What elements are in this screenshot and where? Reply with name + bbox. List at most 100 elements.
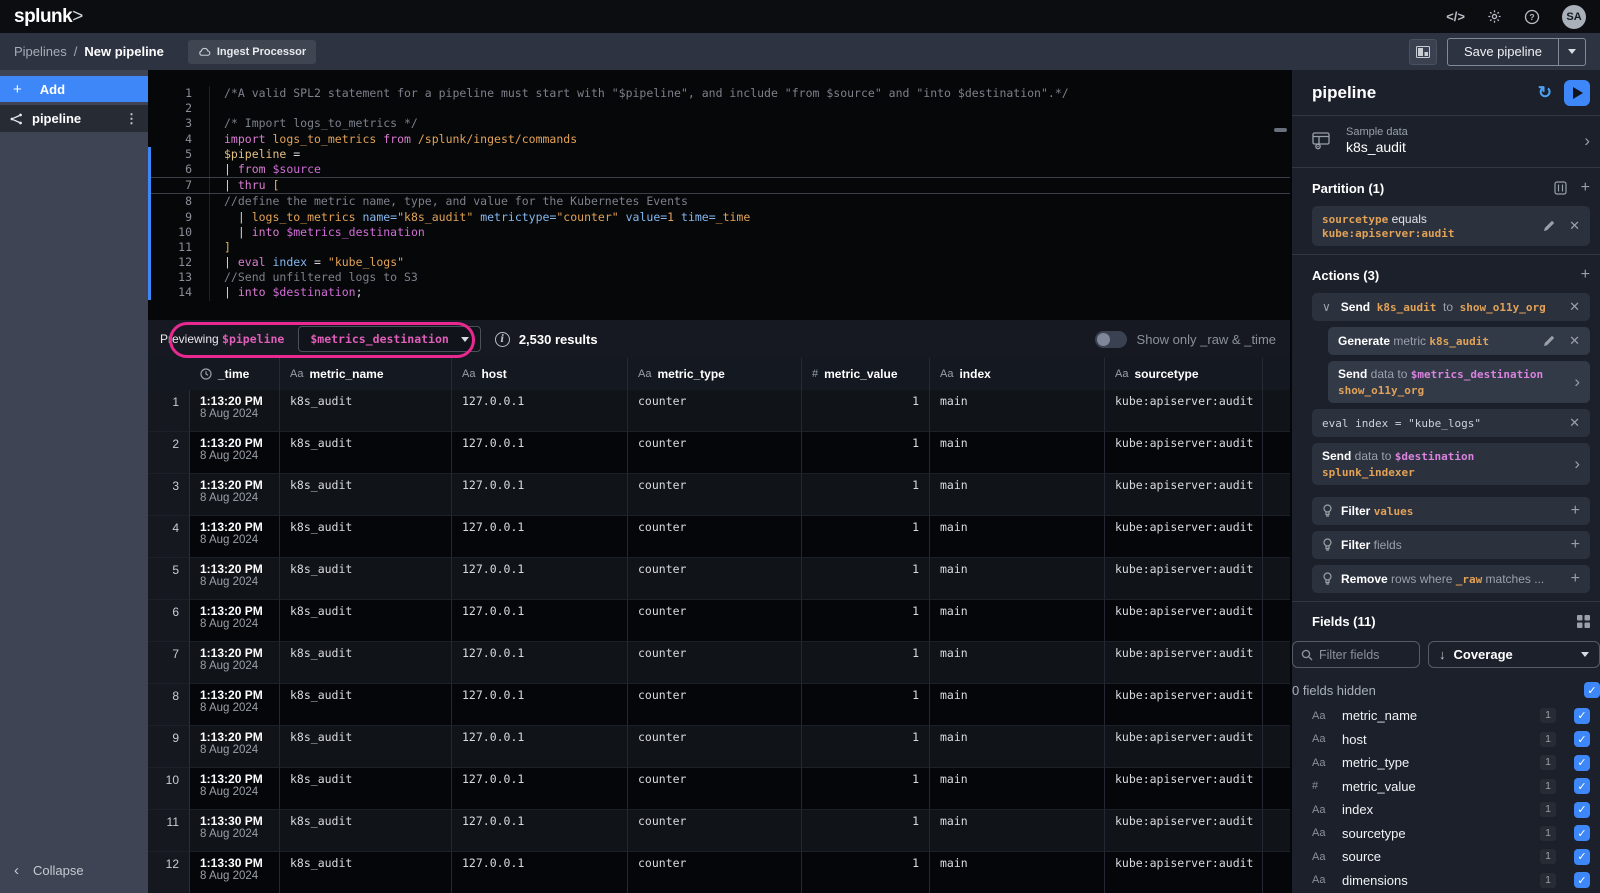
table-row[interactable]: 81:13:20 PM8 Aug 2024k8s_audit127.0.0.1c… <box>148 684 1290 726</box>
sample-data-value: k8s_audit <box>1346 139 1408 155</box>
close-icon[interactable]: ✕ <box>1569 415 1580 431</box>
column-header-metric_value[interactable]: #metric_value <box>802 358 930 390</box>
breadcrumb-pipelines[interactable]: Pipelines <box>14 44 67 59</box>
help-icon[interactable]: ? <box>1524 9 1540 25</box>
edit-icon[interactable] <box>1543 220 1555 232</box>
table-row[interactable]: 21:13:20 PM8 Aug 2024k8s_audit127.0.0.1c… <box>148 432 1290 474</box>
table-row[interactable]: 11:13:20 PM8 Aug 2024k8s_audit127.0.0.1c… <box>148 390 1290 432</box>
close-icon[interactable]: ✕ <box>1569 299 1580 315</box>
kebab-menu-icon[interactable]: ⋮ <box>125 111 138 127</box>
avatar[interactable]: SA <box>1562 5 1586 29</box>
field-row-dimensions[interactable]: Aadimensions1✓ <box>1312 869 1590 893</box>
action-send-group[interactable]: ∨ Send k8s_audit to show_o11y_org ✕ <box>1312 293 1590 321</box>
field-checkbox[interactable]: ✓ <box>1574 731 1590 747</box>
field-row-source[interactable]: Aasource1✓ <box>1312 845 1590 869</box>
column-header-index[interactable]: Aaindex <box>930 358 1105 390</box>
field-row-metric_value[interactable]: #metric_value1✓ <box>1312 775 1590 799</box>
add-icon[interactable]: + <box>1571 537 1580 553</box>
action-send-destination[interactable]: Send data to $destination splunk_indexer… <box>1312 443 1590 485</box>
column-header-sourcetype[interactable]: Aasourcetype <box>1105 358 1263 390</box>
table-row[interactable]: 121:13:30 PM8 Aug 2024k8s_audit127.0.0.1… <box>148 852 1290 893</box>
field-row-index[interactable]: Aaindex1✓ <box>1312 798 1590 822</box>
suggestion-filter-fields[interactable]: Filter fields + <box>1312 531 1590 559</box>
table-row[interactable]: 71:13:20 PM8 Aug 2024k8s_audit127.0.0.1c… <box>148 642 1290 684</box>
field-count-badge: 1 <box>1540 708 1556 723</box>
chevron-right-icon: › <box>1574 454 1580 474</box>
field-checkbox[interactable]: ✓ <box>1574 802 1590 818</box>
field-checkbox[interactable]: ✓ <box>1574 825 1590 841</box>
field-checkbox[interactable]: ✓ <box>1574 872 1590 888</box>
code-line: 9 | logs_to_metrics name="k8s_audit" met… <box>148 210 1290 225</box>
fields-list: Aametric_name1✓Aahost1✓Aametric_type1✓#m… <box>1292 704 1600 893</box>
field-count-badge: 1 <box>1540 732 1556 747</box>
spl2-code-editor[interactable]: 1/*A valid SPL2 statement for a pipeline… <box>148 70 1290 320</box>
chevron-down-icon[interactable]: ∨ <box>1322 300 1331 314</box>
cell-host: 127.0.0.1 <box>452 390 628 432</box>
close-icon[interactable]: ✕ <box>1569 333 1580 349</box>
fields-grid-icon[interactable] <box>1577 615 1590 628</box>
table-row[interactable]: 31:13:20 PM8 Aug 2024k8s_audit127.0.0.1c… <box>148 474 1290 516</box>
code-line: 8//define the metric name, type, and val… <box>148 194 1290 209</box>
sync-icon[interactable]: ↻ <box>1538 83 1552 103</box>
add-partition-icon[interactable]: + <box>1581 180 1590 196</box>
gear-icon[interactable] <box>1487 9 1502 24</box>
cell-time: 1:13:30 PM8 Aug 2024 <box>190 810 280 852</box>
column-header-metric_type[interactable]: Aametric_type <box>628 358 802 390</box>
collapse-button[interactable]: ‹ Collapse <box>0 862 148 879</box>
line-number: 3 <box>148 116 210 131</box>
column-header-_time[interactable]: _time <box>190 358 280 390</box>
filter-fields-input-wrap <box>1292 641 1420 668</box>
field-row-metric_name[interactable]: Aametric_name1✓ <box>1312 704 1590 728</box>
preview-play-button[interactable] <box>1564 80 1590 106</box>
info-icon[interactable]: i <box>495 332 510 347</box>
action-eval-index[interactable]: eval index = "kube_logs" ✕ <box>1312 409 1590 437</box>
table-row[interactable]: 111:13:30 PM8 Aug 2024k8s_audit127.0.0.1… <box>148 810 1290 852</box>
table-row[interactable]: 51:13:20 PM8 Aug 2024k8s_audit127.0.0.1c… <box>148 558 1290 600</box>
layout-icon[interactable] <box>1409 39 1437 65</box>
filter-fields-input[interactable] <box>1319 648 1405 662</box>
partition-rule-card[interactable]: sourcetype equals kube:apiserver:audit ✕ <box>1312 206 1590 246</box>
close-icon[interactable]: ✕ <box>1569 218 1580 234</box>
action-generate-metric[interactable]: Generate metric k8s_audit ✕ <box>1328 327 1590 355</box>
field-row-sourcetype[interactable]: Aasourcetype1✓ <box>1312 822 1590 846</box>
suggestion-remove-rows[interactable]: Remove rows where _raw matches ... + <box>1312 565 1590 593</box>
table-row[interactable]: 61:13:20 PM8 Aug 2024k8s_audit127.0.0.1c… <box>148 600 1290 642</box>
raw-time-toggle[interactable] <box>1095 331 1127 348</box>
cell-index: main <box>930 642 1105 684</box>
cell-sourcetype: kube:apiserver:audit <box>1105 390 1263 432</box>
field-name: metric_name <box>1342 708 1417 723</box>
add-button[interactable]: + Add <box>0 76 148 102</box>
field-checkbox[interactable]: ✓ <box>1574 778 1590 794</box>
destination-dropdown[interactable]: $metrics_destination <box>298 326 480 352</box>
field-checkbox[interactable]: ✓ <box>1574 708 1590 724</box>
save-pipeline-button[interactable]: Save pipeline <box>1448 39 1558 65</box>
add-icon[interactable]: + <box>1571 503 1580 519</box>
table-row[interactable]: 41:13:20 PM8 Aug 2024k8s_audit127.0.0.1c… <box>148 516 1290 558</box>
table-row[interactable]: 91:13:20 PM8 Aug 2024k8s_audit127.0.0.1c… <box>148 726 1290 768</box>
save-pipeline-caret[interactable] <box>1558 39 1585 65</box>
action-send-metrics-destination[interactable]: Send data to $metrics_destination show_o… <box>1328 361 1590 403</box>
suggestion-filter-values[interactable]: Filter values + <box>1312 497 1590 525</box>
field-checkbox[interactable]: ✓ <box>1574 755 1590 771</box>
editor-scrollbar-thumb[interactable] <box>1274 128 1287 132</box>
field-type-icon: Aa <box>1312 874 1332 886</box>
sample-data-row[interactable]: Sample data k8s_audit › <box>1292 116 1600 168</box>
table-row[interactable]: 101:13:20 PM8 Aug 2024k8s_audit127.0.0.1… <box>148 768 1290 810</box>
column-header-host[interactable]: Aahost <box>452 358 628 390</box>
select-all-checkbox[interactable]: ✓ <box>1584 682 1600 698</box>
sidebar-item-pipeline[interactable]: pipeline ⋮ <box>0 105 148 132</box>
field-count-badge: 1 <box>1540 826 1556 841</box>
field-checkbox[interactable]: ✓ <box>1574 849 1590 865</box>
code-icon[interactable]: </> <box>1446 9 1465 24</box>
coverage-dropdown[interactable]: ↓ Coverage <box>1428 641 1600 668</box>
column-header-metric_name[interactable]: Aametric_name <box>280 358 452 390</box>
field-row-host[interactable]: Aahost1✓ <box>1312 728 1590 752</box>
field-row-metric_type[interactable]: Aametric_type1✓ <box>1312 751 1590 775</box>
row-number-header <box>148 358 190 390</box>
partition-table-icon[interactable] <box>1554 181 1567 195</box>
edit-icon[interactable] <box>1543 335 1555 347</box>
cell-index: main <box>930 390 1105 432</box>
add-icon[interactable]: + <box>1571 571 1580 587</box>
line-number: 1 <box>148 86 210 101</box>
add-action-icon[interactable]: + <box>1581 267 1590 283</box>
